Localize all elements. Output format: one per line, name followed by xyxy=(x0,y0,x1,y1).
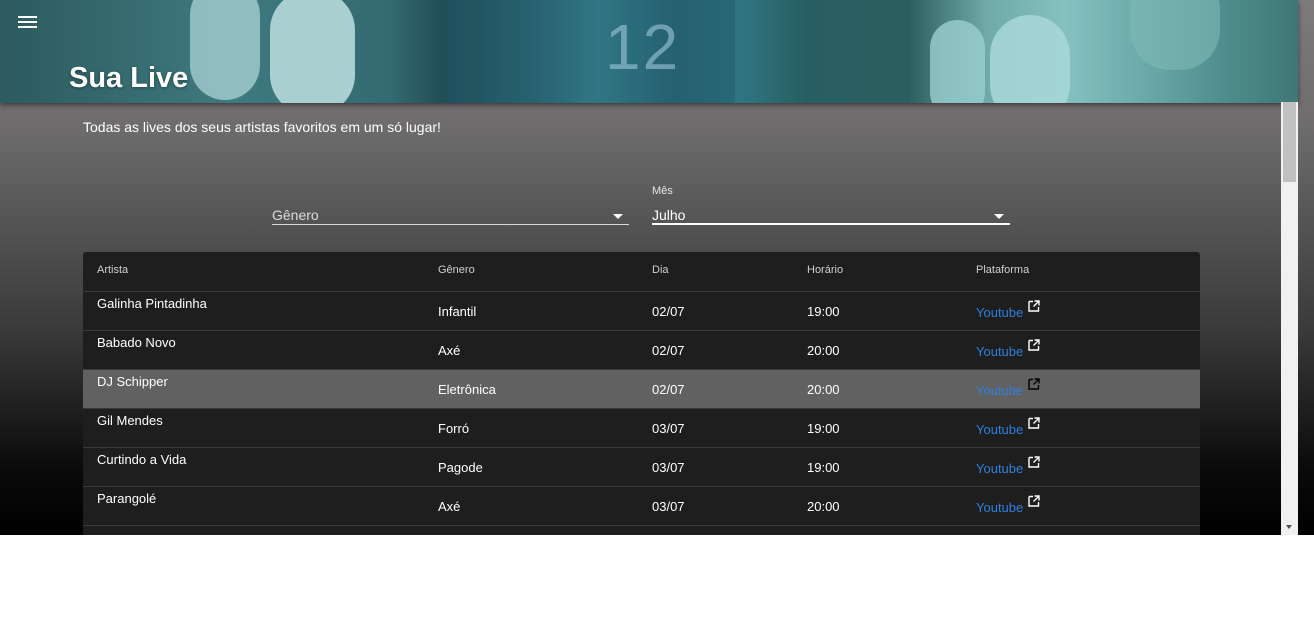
cell-plataforma: Youtube xyxy=(976,300,1040,320)
scrollbar-thumb[interactable] xyxy=(1283,102,1296,182)
cell-artista: DJ Schipper xyxy=(97,374,168,389)
menu-icon[interactable] xyxy=(18,16,37,30)
cell-horario: 19:00 xyxy=(807,304,840,319)
app-viewport: 12 Sua Live Todas as lives dos seus arti… xyxy=(0,0,1314,535)
open-in-new-icon[interactable] xyxy=(1028,417,1040,429)
cell-artista: Galinha Pintadinha xyxy=(97,296,207,311)
cell-dia: 03/07 xyxy=(652,460,685,475)
table-row[interactable]: Babado Novo Axé 02/07 20:00 Youtube xyxy=(83,331,1200,370)
cell-dia: 02/07 xyxy=(652,304,685,319)
dropdown-arrow-icon xyxy=(994,214,1004,219)
cell-horario: 19:00 xyxy=(807,460,840,475)
column-header-dia[interactable]: Dia xyxy=(652,264,669,276)
table-header: Artista Gênero Dia Horário Plataforma xyxy=(83,252,1200,292)
site-title: Sua Live xyxy=(69,62,189,94)
table-row-partial[interactable] xyxy=(83,526,1200,535)
dropdown-arrow-icon xyxy=(613,214,623,219)
page-subtitle: Todas as lives dos seus artistas favorit… xyxy=(83,119,441,135)
banner-headphone-shape xyxy=(270,0,355,103)
banner-clock-graphic: 12 xyxy=(605,11,681,83)
banner-headphone-shape xyxy=(930,20,985,103)
cell-artista: Gil Mendes xyxy=(97,413,163,428)
month-select[interactable]: Mês Julho xyxy=(652,185,1010,225)
cell-genero: Axé xyxy=(438,343,461,358)
select-underline xyxy=(652,223,1010,225)
header-banner: 12 Sua Live xyxy=(0,0,1298,103)
cell-plataforma: Youtube xyxy=(976,495,1040,515)
table-row-hovered[interactable]: DJ Schipper Eletrônica 02/07 20:00 Youtu… xyxy=(83,370,1200,409)
scroll-down-arrow-icon[interactable] xyxy=(1286,525,1292,529)
menu-icon-bar xyxy=(18,26,37,28)
platform-link[interactable]: Youtube xyxy=(976,344,1023,359)
cell-plataforma: Youtube xyxy=(976,339,1040,359)
cell-horario: 19:00 xyxy=(807,421,840,436)
platform-link[interactable]: Youtube xyxy=(976,500,1023,515)
select-underline xyxy=(272,224,629,225)
open-in-new-icon[interactable] xyxy=(1028,378,1040,390)
open-in-new-icon[interactable] xyxy=(1028,339,1040,351)
cell-plataforma: Youtube xyxy=(976,378,1040,398)
month-select-value: Julho xyxy=(652,207,686,223)
cell-genero: Eletrônica xyxy=(438,382,496,397)
column-header-horario[interactable]: Horário xyxy=(807,264,843,276)
cell-artista: Parangolé xyxy=(97,491,157,506)
cell-genero: Forró xyxy=(438,421,470,436)
cell-artista: Curtindo a Vida xyxy=(97,452,187,467)
banner-headphone-shape xyxy=(990,15,1070,103)
platform-link[interactable]: Youtube xyxy=(976,422,1023,437)
cell-plataforma: Youtube xyxy=(976,456,1040,476)
open-in-new-icon[interactable] xyxy=(1028,456,1040,468)
cell-horario: 20:00 xyxy=(807,499,840,514)
cell-horario: 20:00 xyxy=(807,382,840,397)
column-header-plataforma[interactable]: Plataforma xyxy=(976,264,1029,276)
cell-dia: 02/07 xyxy=(652,343,685,358)
banner-headphone-shape xyxy=(190,0,260,100)
month-select-label: Mês xyxy=(652,185,673,197)
table-row[interactable]: Gil Mendes Forró 03/07 19:00 Youtube xyxy=(83,409,1200,448)
platform-link[interactable]: Youtube xyxy=(976,383,1023,398)
column-header-artista[interactable]: Artista xyxy=(97,264,128,276)
banner-headphone-shape xyxy=(1130,0,1220,70)
cell-dia: 03/07 xyxy=(652,499,685,514)
lives-table: Artista Gênero Dia Horário Plataforma Ga… xyxy=(83,252,1200,535)
platform-link[interactable]: Youtube xyxy=(976,461,1023,476)
table-row[interactable]: Curtindo a Vida Pagode 03/07 19:00 Youtu… xyxy=(83,448,1200,487)
menu-icon-bar xyxy=(18,16,37,18)
banner-image-region xyxy=(445,0,735,103)
menu-icon-bar xyxy=(18,21,37,23)
page-scrollbar[interactable] xyxy=(1281,102,1298,535)
table-row[interactable]: Galinha Pintadinha Infantil 02/07 19:00 … xyxy=(83,292,1200,331)
cell-genero: Axé xyxy=(438,499,461,514)
cell-genero: Infantil xyxy=(438,304,477,319)
column-header-genero[interactable]: Gênero xyxy=(438,264,475,276)
cell-artista: Babado Novo xyxy=(97,335,176,350)
genre-select-placeholder: Gênero xyxy=(272,207,319,223)
cell-genero: Pagode xyxy=(438,460,483,475)
genre-select[interactable]: Gênero xyxy=(272,185,629,225)
open-in-new-icon[interactable] xyxy=(1028,300,1040,312)
open-in-new-icon[interactable] xyxy=(1028,495,1040,507)
cell-plataforma: Youtube xyxy=(976,417,1040,437)
cell-dia: 02/07 xyxy=(652,382,685,397)
table-row[interactable]: Parangolé Axé 03/07 20:00 Youtube xyxy=(83,487,1200,526)
cell-horario: 20:00 xyxy=(807,343,840,358)
platform-link[interactable]: Youtube xyxy=(976,305,1023,320)
cell-dia: 03/07 xyxy=(652,421,685,436)
